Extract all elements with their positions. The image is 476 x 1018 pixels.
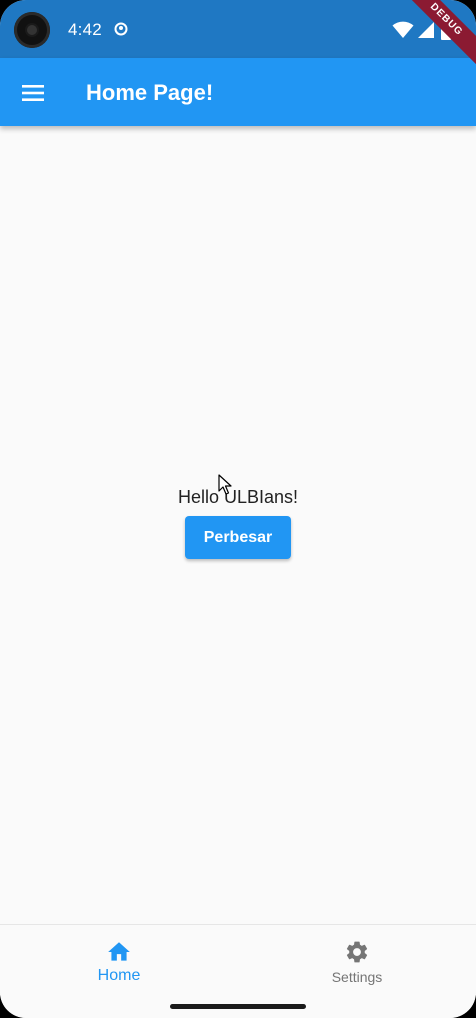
- perbesar-button[interactable]: Perbesar: [185, 516, 291, 559]
- page-title: Home Page!: [86, 80, 214, 105]
- settings-icon: [346, 941, 368, 963]
- greeting-text: Hello ULBIans!: [177, 487, 299, 507]
- gesture-area: [0, 994, 476, 1018]
- home-icon: [108, 942, 130, 961]
- nav-item-settings[interactable]: Settings: [238, 925, 476, 995]
- mouse-cursor-icon: [218, 474, 232, 495]
- menu-button[interactable]: [16, 76, 50, 110]
- app-bar: Home Page!: [0, 58, 476, 126]
- bottom-navigation: Home Settings: [0, 924, 476, 995]
- gesture-handle[interactable]: [170, 1004, 306, 1009]
- signal-icon: [418, 22, 434, 38]
- status-bar: 4:42: [0, 0, 476, 58]
- nav-label-settings: Settings: [331, 969, 383, 985]
- wifi-icon: [392, 21, 414, 38]
- phone-frame: 4:42 DEBUG Home Page! Hello ULBIans! Per…: [0, 0, 476, 1018]
- menu-icon: [22, 85, 44, 101]
- sync-indicator-icon: [114, 22, 128, 36]
- center-block: Hello ULBIans! Perbesar: [0, 484, 476, 559]
- nav-label-home: Home: [97, 967, 141, 984]
- screen: 4:42 DEBUG Home Page! Hello ULBIans! Per…: [0, 0, 476, 1018]
- camera-cutout: [14, 12, 50, 48]
- nav-item-home[interactable]: Home: [0, 925, 238, 995]
- main-content: Hello ULBIans! Perbesar: [0, 126, 476, 924]
- status-time: 4:42: [68, 20, 102, 39]
- camera-lens: [27, 25, 37, 35]
